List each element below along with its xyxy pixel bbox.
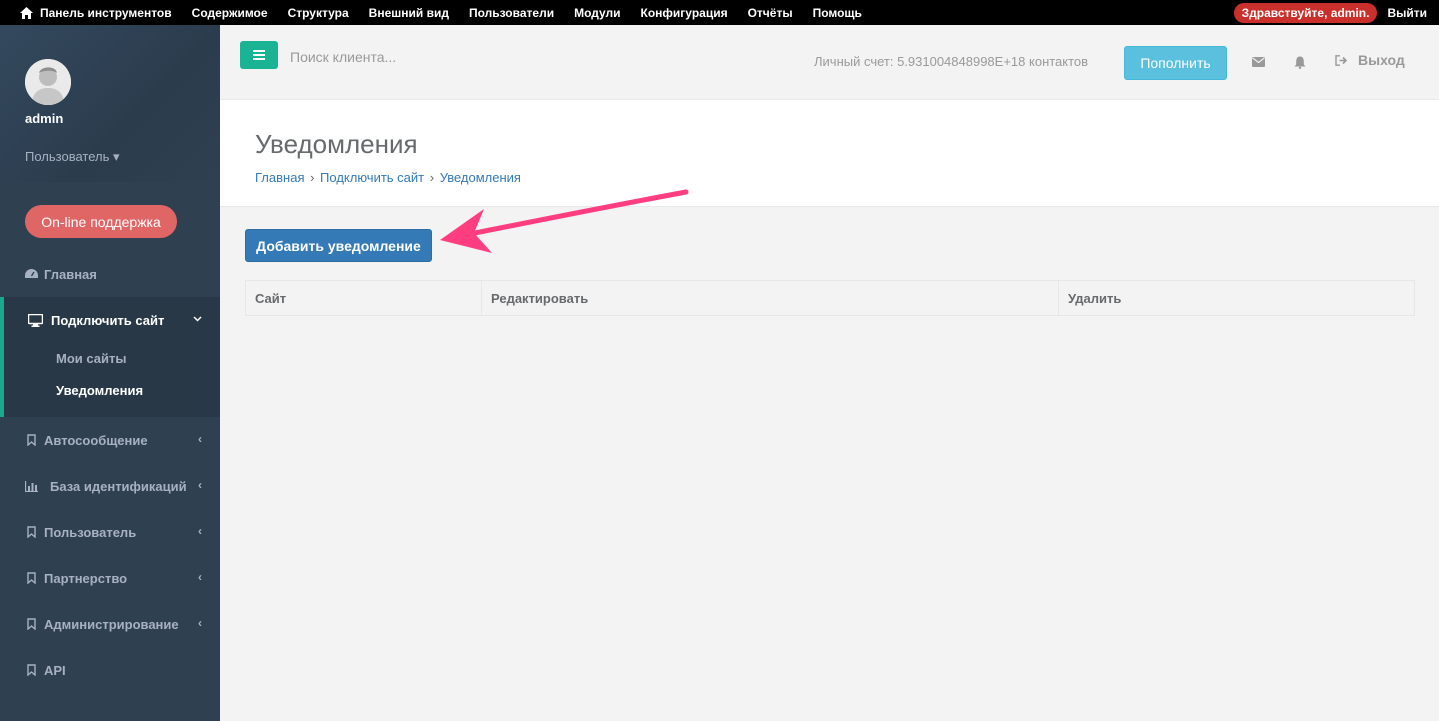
page-title: Уведомления xyxy=(255,129,418,159)
admin-menu-item-modules[interactable]: Модули xyxy=(574,6,620,20)
envelope-icon[interactable] xyxy=(1250,54,1266,70)
online-support-button[interactable]: On-line поддержка xyxy=(25,205,177,238)
sign-out-icon xyxy=(1335,54,1348,66)
sidebar-item-user[interactable]: Пользователь ‹ xyxy=(0,509,220,555)
account-balance: Личный счет: 5.931004848998E+18 контакто… xyxy=(814,54,1089,69)
sidebar-item-label: Партнерство xyxy=(44,570,128,586)
add-notification-button[interactable]: Добавить уведомление xyxy=(245,229,432,262)
admin-toolbar: Панель инструментов Содержимое Структура… xyxy=(0,0,1439,25)
column-header-edit: Редактировать xyxy=(482,281,1059,315)
chevron-left-icon: ‹ xyxy=(198,524,202,538)
logout-label: Выход xyxy=(1358,52,1405,68)
notifications-table: Сайт Редактировать Удалить xyxy=(245,280,1415,316)
admin-menu-item-users[interactable]: Пользователи xyxy=(469,6,554,20)
logout-link[interactable]: Выход xyxy=(1335,52,1405,68)
sidebar-item-label: Подключить сайт xyxy=(51,312,165,328)
bookmark-icon xyxy=(24,571,38,585)
bookmark-icon xyxy=(24,663,38,677)
bookmark-icon xyxy=(24,525,38,539)
chevron-left-icon: ‹ xyxy=(198,478,202,492)
admin-menu-item-structure[interactable]: Структура xyxy=(288,6,349,20)
menu-toggle-button[interactable] xyxy=(240,41,278,69)
user-name: admin xyxy=(25,111,64,126)
sidebar-item-autoreply[interactable]: Автосообщение ‹ xyxy=(0,417,220,463)
sidebar-item-label: База идентификаций xyxy=(50,478,187,494)
sidebar-item-home[interactable]: Главная xyxy=(0,251,220,297)
top-navbar: Личный счет: 5.931004848998E+18 контакто… xyxy=(220,25,1439,100)
bell-icon[interactable] xyxy=(1292,54,1308,70)
sidebar-item-label: Администрирование xyxy=(44,616,179,632)
chevron-left-icon: ‹ xyxy=(198,432,202,446)
admin-menu-item-content[interactable]: Содержимое xyxy=(192,6,268,20)
page-heading: Уведомления Главная › Подключить сайт › … xyxy=(220,100,1439,207)
admin-menu: Панель инструментов Содержимое Структура… xyxy=(40,6,882,20)
sidebar-item-label: API xyxy=(44,662,66,678)
sidebar-item-label: Автосообщение xyxy=(44,432,148,448)
admin-menu-item-appearance[interactable]: Внешний вид xyxy=(369,6,449,20)
admin-menu-item-reports[interactable]: Отчёты xyxy=(748,6,793,20)
bar-chart-icon xyxy=(24,479,38,493)
breadcrumb-connect-site[interactable]: Подключить сайт xyxy=(320,170,424,185)
client-search-input[interactable] xyxy=(290,43,590,71)
column-header-site: Сайт xyxy=(246,281,482,315)
dashboard-icon xyxy=(24,267,38,281)
avatar[interactable] xyxy=(25,59,71,105)
sidebar-item-connect-site: Подключить сайт Мои сайты Уведомления xyxy=(0,297,220,417)
sidebar-item-label: Главная xyxy=(44,266,97,282)
sidebar: admin Пользователь ▾ On-line поддержка Г… xyxy=(0,25,220,721)
admin-menu-item-help[interactable]: Помощь xyxy=(813,6,862,20)
sidebar-profile: admin Пользователь ▾ xyxy=(0,25,220,182)
bookmark-icon xyxy=(24,433,38,447)
sidebar-subitem-notifications[interactable]: Уведомления xyxy=(56,383,143,398)
sidebar-item-label: Пользователь xyxy=(44,524,137,540)
sidebar-subitem-my-sites[interactable]: Мои сайты xyxy=(56,351,126,366)
breadcrumb-home[interactable]: Главная xyxy=(255,170,304,185)
admin-exit-link[interactable]: Выйти xyxy=(1387,6,1427,20)
admin-menu-item-configuration[interactable]: Конфигурация xyxy=(641,6,728,20)
column-header-delete: Удалить xyxy=(1068,290,1122,306)
bookmark-icon xyxy=(24,617,38,631)
sidebar-item-api[interactable]: API xyxy=(0,647,220,693)
sidebar-item-partnership[interactable]: Партнерство ‹ xyxy=(0,555,220,601)
sidebar-item-connect-site-header[interactable]: Подключить сайт xyxy=(4,297,220,343)
chevron-down-icon xyxy=(193,311,202,325)
greeting-badge[interactable]: Здравствуйте, admin. xyxy=(1233,2,1378,23)
sidebar-item-administration[interactable]: Администрирование ‹ xyxy=(0,601,220,647)
hamburger-icon xyxy=(253,50,265,60)
chevron-left-icon: ‹ xyxy=(198,570,202,584)
admin-menu-item-dashboard[interactable]: Панель инструментов xyxy=(40,6,172,20)
refill-button[interactable]: Пополнить xyxy=(1124,46,1227,80)
breadcrumb-notifications[interactable]: Уведомления xyxy=(440,170,521,185)
monitor-icon xyxy=(28,313,43,327)
sidebar-item-identification-base[interactable]: База идентификаций ‹ xyxy=(0,463,220,509)
home-icon[interactable] xyxy=(12,0,40,25)
user-role-dropdown[interactable]: Пользователь ▾ xyxy=(25,149,120,165)
chevron-left-icon: ‹ xyxy=(198,616,202,630)
breadcrumb: Главная › Подключить сайт › Уведомления xyxy=(255,170,521,185)
